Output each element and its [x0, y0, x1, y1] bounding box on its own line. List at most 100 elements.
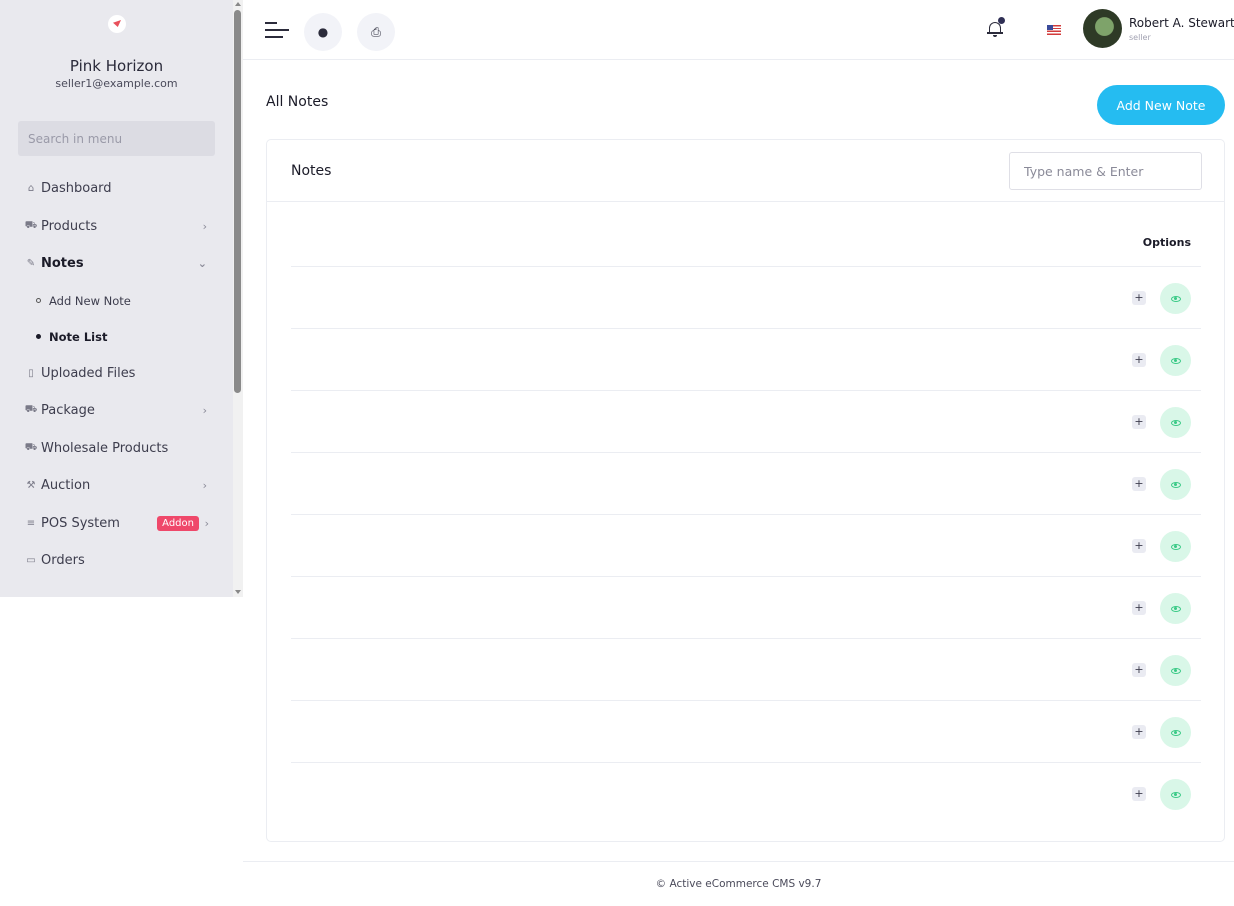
scroll-down-icon[interactable] [235, 590, 241, 594]
folder-icon: ▯ [28, 367, 34, 379]
sidebar-item-dashboard[interactable]: ⌂ Dashboard [0, 170, 233, 208]
view-button[interactable] [1160, 717, 1191, 748]
sidebar-subitem-add-new-note[interactable]: Add New Note [0, 283, 233, 319]
view-button[interactable] [1160, 531, 1191, 562]
sidebar-item-label: Dashboard [41, 181, 112, 197]
sidebar-item-notes[interactable]: ✎ Notes ⌄ [0, 245, 233, 283]
globe-icon[interactable]: ● [304, 13, 342, 51]
add-new-note-button[interactable]: Add New Note [1097, 85, 1225, 125]
sidebar-menu: ⌂ Dashboard ⛟ Products › ✎ Notes ⌄ Add N… [0, 170, 233, 580]
card-title: Notes [291, 163, 332, 179]
sidebar-item-label: Wholesale Products [41, 440, 169, 456]
table-header: Options [291, 224, 1201, 267]
sidebar-subitem-label: Note List [49, 329, 108, 344]
user-name[interactable]: Robert A. Stewart [1129, 16, 1234, 30]
expand-plus-icon[interactable]: + [1132, 477, 1146, 491]
page-title: All Notes [266, 94, 329, 110]
table-row: + [291, 701, 1201, 763]
sidebar-item-orders[interactable]: ▭ Orders [0, 542, 233, 580]
scrollbar-thumb[interactable] [234, 10, 241, 393]
notification-bell-icon[interactable] [987, 17, 1005, 38]
chevron-right-icon: › [204, 516, 209, 530]
view-button[interactable] [1160, 469, 1191, 500]
notification-dot [998, 17, 1005, 24]
eye-icon [1170, 667, 1181, 674]
view-button[interactable] [1160, 779, 1191, 810]
shop-email: seller1@example.com [55, 77, 178, 90]
chevron-right-icon: › [202, 404, 207, 418]
view-button[interactable] [1160, 655, 1191, 686]
eye-icon [1170, 419, 1181, 426]
list-icon: ≡ [26, 517, 36, 529]
sidebar-item-label: Notes [41, 256, 84, 272]
table-row: + [291, 577, 1201, 639]
chevron-down-icon: ⌄ [197, 257, 207, 271]
printer-icon[interactable]: ⎙ [357, 13, 395, 51]
eye-icon [1170, 605, 1181, 612]
sidebar-item-label: POS System [41, 515, 120, 531]
expand-plus-icon[interactable]: + [1132, 291, 1146, 305]
table-row: + [291, 391, 1201, 453]
eye-icon [1170, 357, 1181, 364]
sidebar-item-label: Products [41, 218, 98, 234]
sidebar-item-package[interactable]: ⛟ Package › [0, 392, 233, 430]
notes-table-body: + + + + + + + + + [291, 267, 1201, 825]
table-row: + [291, 329, 1201, 391]
topbar: ● ⎙ Robert A. Stewart seller [243, 0, 1234, 60]
sidebar-item-wholesale-products[interactable]: ⛟ Wholesale Products [0, 430, 233, 468]
eye-icon [1170, 543, 1181, 550]
column-header-options: Options [1142, 236, 1191, 249]
note-icon: ✎ [26, 258, 36, 270]
footer-text: © Active eCommerce CMS v9.7 [655, 878, 822, 890]
eye-icon [1170, 729, 1181, 736]
sidebar-scrollbar[interactable] [233, 0, 243, 597]
sidebar-item-uploaded-files[interactable]: ▯ Uploaded Files [0, 355, 233, 393]
shop-logo [108, 15, 126, 33]
bullet-icon [36, 334, 41, 339]
eye-icon [1170, 791, 1181, 798]
view-button[interactable] [1160, 593, 1191, 624]
view-button[interactable] [1160, 283, 1191, 314]
menu-search-input[interactable] [18, 121, 215, 156]
shop-name: Pink Horizon [69, 57, 164, 75]
table-row: + [291, 453, 1201, 515]
money-icon: ▭ [26, 555, 36, 567]
gavel-icon: ⚒ [26, 480, 36, 492]
eye-icon [1170, 295, 1181, 302]
sidebar-item-pos-system[interactable]: ≡ POS System Addon › [0, 505, 233, 543]
sidebar-item-products[interactable]: ⛟ Products › [0, 208, 233, 246]
table-row: + [291, 763, 1201, 825]
sidebar-subitem-label: Add New Note [49, 293, 131, 308]
basket-icon: ⛟ [24, 441, 38, 453]
sidebar: Pink Horizon seller1@example.com ⌂ Dashb… [0, 0, 233, 597]
chevron-right-icon: › [202, 479, 207, 493]
addon-badge: Addon [157, 515, 199, 531]
cart-icon: ⛟ [24, 404, 38, 416]
sidebar-item-label: Auction [41, 478, 91, 494]
scroll-up-icon[interactable] [235, 2, 241, 6]
sidebar-item-label: Orders [41, 553, 85, 569]
expand-plus-icon[interactable]: + [1132, 663, 1146, 677]
chevron-right-icon: › [202, 219, 207, 233]
us-flag-icon[interactable] [1047, 25, 1061, 35]
table-row: + [291, 639, 1201, 701]
table-row: + [291, 267, 1201, 329]
expand-plus-icon[interactable]: + [1132, 787, 1146, 801]
home-icon: ⌂ [27, 183, 35, 195]
card-header: Notes [267, 140, 1224, 202]
view-button[interactable] [1160, 345, 1191, 376]
expand-plus-icon[interactable]: + [1132, 415, 1146, 429]
sidebar-subitem-note-list[interactable]: Note List [0, 319, 233, 355]
footer-divider [243, 861, 1234, 862]
expand-plus-icon[interactable]: + [1132, 725, 1146, 739]
sidebar-item-label: Uploaded Files [41, 365, 136, 381]
avatar[interactable] [1083, 9, 1122, 48]
view-button[interactable] [1160, 407, 1191, 438]
cart-icon: ⛟ [24, 219, 38, 231]
expand-plus-icon[interactable]: + [1132, 353, 1146, 367]
sidebar-item-auction[interactable]: ⚒ Auction › [0, 467, 233, 505]
notes-search-input[interactable] [1009, 152, 1202, 190]
expand-plus-icon[interactable]: + [1132, 539, 1146, 553]
menu-toggle-icon[interactable] [265, 20, 289, 40]
expand-plus-icon[interactable]: + [1132, 601, 1146, 615]
